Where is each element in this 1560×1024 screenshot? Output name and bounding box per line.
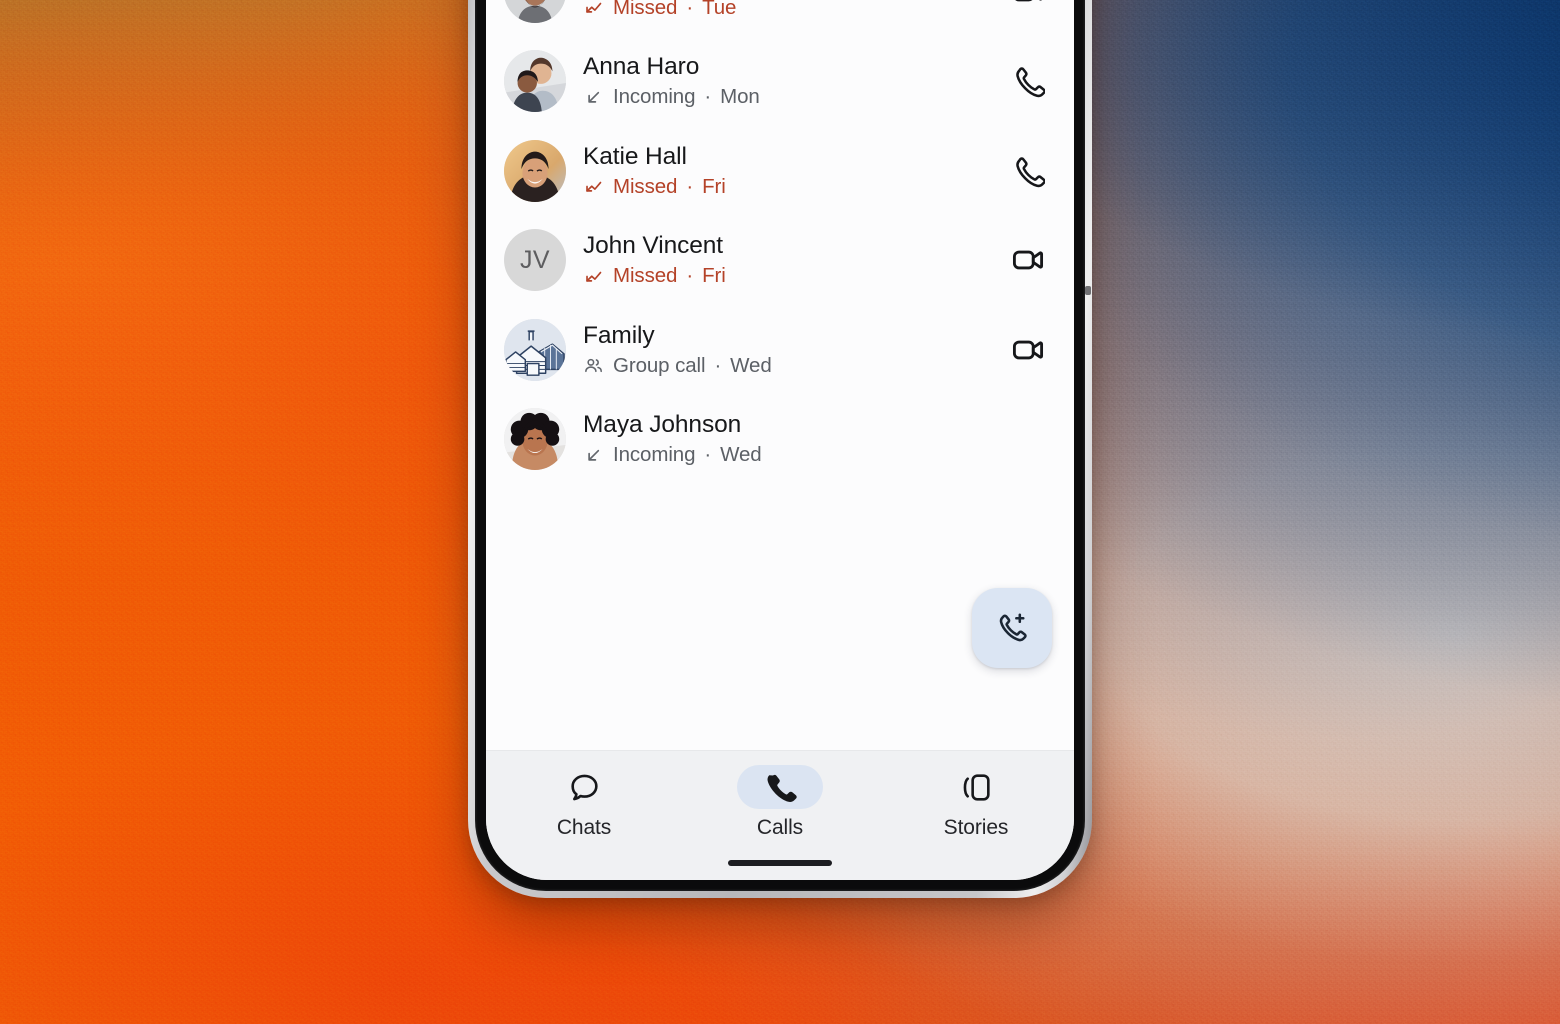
phone-icon	[1016, 67, 1045, 98]
avatar-art	[504, 0, 566, 23]
chat-bubble-icon	[570, 774, 598, 800]
call-item-time: Fri	[702, 264, 726, 288]
incoming-arrow-icon	[583, 445, 604, 466]
call-item-time: Tue	[702, 0, 737, 19]
call-history-list[interactable]: RoommatesIncoming·7mJoinFamilyMissed·Tue…	[486, 0, 1074, 750]
missed-call-icon	[586, 271, 602, 282]
missed-call-icon	[583, 266, 604, 287]
call-item-status-text: Incoming	[613, 443, 696, 467]
call-item-text: Anna Haro Incoming · Mon	[583, 53, 987, 109]
call-item-time: Wed	[720, 443, 762, 467]
call-list-item[interactable]: Family Group call · Wed	[486, 305, 1074, 395]
phone-device-frame: RoommatesIncoming·7mJoinFamilyMissed·Tue…	[468, 0, 1092, 898]
phone-screen: RoommatesIncoming·7mJoinFamilyMissed·Tue…	[486, 0, 1074, 880]
home-indicator	[728, 860, 832, 866]
phone-bezel: RoommatesIncoming·7mJoinFamilyMissed·Tue…	[475, 0, 1085, 891]
call-item-status: Missed · Fri	[583, 175, 987, 199]
call-item-status: Incoming · Mon	[583, 85, 987, 109]
missed-call-icon	[583, 0, 604, 18]
audio-call-button[interactable]	[1004, 154, 1052, 188]
video-camera-icon	[1012, 340, 1044, 360]
avatar-art	[504, 408, 566, 471]
call-item-separator: ·	[686, 264, 694, 288]
phone-icon	[767, 774, 797, 802]
call-item-status-text: Incoming	[613, 85, 696, 109]
call-item-text: Katie Hall Missed · Fri	[583, 143, 987, 199]
incoming-arrow-icon	[588, 91, 600, 103]
call-item-separator: ·	[686, 0, 694, 19]
phone-icon	[737, 765, 823, 809]
video-camera-icon	[1015, 0, 1042, 2]
avatar-image	[504, 139, 566, 202]
incoming-arrow-icon	[583, 87, 604, 108]
call-list-item[interactable]: Maya Johnson Incoming · Wed	[486, 395, 1074, 485]
call-item-time: Wed	[730, 353, 772, 377]
group-call-icon	[583, 355, 604, 376]
audio-call-button[interactable]	[1004, 64, 1052, 98]
phone-plus-icon	[999, 613, 1027, 642]
call-list-item[interactable]: Katie Hall Missed · Fri	[486, 126, 1074, 216]
call-item-time: Fri	[702, 174, 726, 198]
call-item-name: Katie Hall	[583, 142, 687, 170]
call-item-separator: ·	[686, 174, 694, 198]
avatar-image	[504, 50, 566, 113]
video-call-button[interactable]	[1004, 333, 1052, 367]
video-call-button[interactable]	[1004, 0, 1052, 9]
avatar-initials: JV	[504, 229, 566, 292]
call-item-separator: ·	[704, 85, 712, 109]
bottom-navigation-bar[interactable]: Chats Calls Stories	[486, 750, 1074, 880]
nav-tab-calls[interactable]: Calls	[682, 765, 878, 840]
avatar-art	[504, 139, 566, 202]
call-item-text: Family Group call · Wed	[583, 322, 987, 378]
chat-bubble-icon	[541, 765, 627, 809]
stories-icon	[933, 765, 1019, 809]
call-item-status: Incoming · Wed	[583, 443, 987, 467]
call-item-status: Group call · Wed	[583, 354, 987, 378]
call-item-status: Missed · Tue	[583, 0, 987, 20]
call-item-status-text: Missed	[613, 0, 678, 19]
incoming-arrow-icon	[588, 449, 600, 461]
call-item-text: Maya Johnson Incoming · Wed	[583, 411, 987, 467]
nav-tab-label: Chats	[556, 816, 612, 839]
call-item-time: Mon	[720, 85, 760, 109]
call-item-status: Missed · Fri	[583, 264, 987, 288]
call-item-status-text: Missed	[613, 174, 678, 198]
call-item-name: Anna Haro	[583, 53, 700, 81]
video-call-button[interactable]	[1004, 243, 1052, 277]
call-list-item[interactable]: Matthew HallMissed·Tue	[486, 0, 1074, 37]
call-item-separator: ·	[704, 443, 712, 467]
missed-call-icon	[586, 3, 602, 14]
call-list-item[interactable]: JV John Vincent Missed · Fri	[486, 216, 1074, 306]
video-camera-icon	[1012, 250, 1044, 270]
nav-tab-stories[interactable]: Stories	[878, 765, 1074, 840]
avatar-initials-text: JV	[520, 245, 550, 274]
missed-call-icon	[583, 176, 604, 197]
call-item-text: John Vincent Missed · Fri	[583, 232, 987, 288]
call-item-text: Matthew HallMissed·Tue	[583, 0, 987, 20]
avatar-image	[504, 408, 566, 471]
call-list-item[interactable]: Anna Haro Incoming · Mon	[486, 37, 1074, 127]
call-item-status-text: Missed	[613, 264, 678, 288]
group-call-icon	[585, 359, 602, 373]
phone-icon	[1016, 157, 1045, 187]
nav-tab-label: Stories	[943, 816, 1009, 839]
stories-icon	[963, 773, 990, 801]
nav-tab-chats[interactable]: Chats	[486, 765, 682, 840]
call-item-status-text: Group call	[613, 353, 706, 377]
call-item-separator: ·	[714, 353, 722, 377]
new-call-fab[interactable]	[972, 588, 1052, 668]
call-item-name: John Vincent	[583, 232, 724, 260]
call-item-name: Family	[583, 321, 655, 349]
avatar-image	[504, 318, 566, 381]
call-item-name: Maya Johnson	[583, 411, 742, 439]
nav-tab-label: Calls	[756, 816, 804, 839]
avatar-art	[504, 318, 566, 381]
missed-call-icon	[586, 182, 602, 193]
avatar-art	[504, 50, 566, 113]
avatar-image	[504, 0, 566, 23]
